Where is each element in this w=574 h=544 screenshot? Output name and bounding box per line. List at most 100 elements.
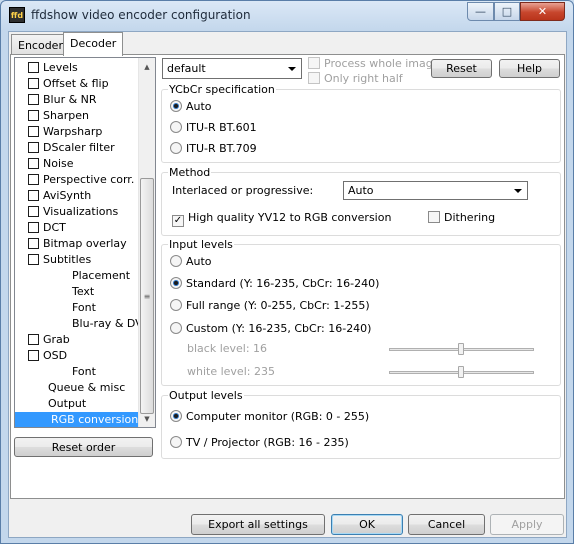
tree-item-checkbox[interactable] — [28, 238, 39, 249]
chevron-down-icon — [288, 66, 296, 71]
tree-item[interactable]: Font — [72, 364, 96, 380]
output-tv-projector-radio[interactable]: TV / Projector (RGB: 16 - 235) — [170, 435, 349, 451]
tree-item-checkbox[interactable] — [28, 206, 39, 217]
tree-item-checkbox[interactable] — [28, 110, 39, 121]
apply-button[interactable]: Apply — [490, 514, 564, 535]
tree-item-label: RGB conversion — [51, 413, 139, 426]
filter-tree[interactable]: Levels Offset & flip Blur & NR Sharpen Warps… — [14, 57, 156, 428]
black-level-slider[interactable] — [458, 343, 464, 355]
cancel-button[interactable]: Cancel — [408, 514, 485, 535]
input-auto-radio[interactable]: Auto — [170, 254, 212, 270]
tree-scrollbar[interactable]: ▲ ≡ ▼ — [138, 58, 155, 427]
tree-item-label: Levels — [43, 61, 78, 74]
tree-item-checkbox[interactable] — [28, 126, 39, 137]
dithering-checkbox[interactable]: Dithering — [428, 210, 495, 226]
tree-item[interactable]: Levels — [28, 60, 78, 76]
ycbcr-auto-radio[interactable]: Auto — [170, 99, 212, 115]
app-icon: ffd — [9, 7, 25, 23]
reset-button[interactable]: Reset — [431, 59, 492, 78]
tree-item-label: Noise — [43, 157, 74, 170]
tree-item[interactable]: Font — [72, 300, 96, 316]
tree-item-label: Placement — [72, 269, 131, 282]
close-button[interactable]: ✕ — [520, 2, 565, 21]
input-levels-group: Input levels Auto Standard (Y: 16-235, C… — [161, 238, 561, 386]
tree-item-checkbox[interactable] — [28, 78, 39, 89]
tree-item[interactable]: Grab — [28, 332, 70, 348]
tree-item[interactable]: Bitmap overlay — [28, 236, 127, 252]
interlaced-select[interactable]: Auto — [343, 181, 528, 200]
tree-item[interactable]: Noise — [28, 156, 74, 172]
tree-item-checkbox[interactable] — [28, 174, 39, 185]
tree-item[interactable]: Queue & misc — [48, 380, 125, 396]
ycbcr-group-title: YCbCr specification — [168, 83, 276, 96]
tree-item[interactable]: Blur & NR — [28, 92, 97, 108]
only-right-half-checkbox[interactable]: Only right half — [308, 71, 403, 87]
minimize-button[interactable]: — — [467, 2, 494, 21]
tree-item[interactable]: DCT — [28, 220, 66, 236]
tree-item-label: Grab — [43, 333, 70, 346]
tab-encoder[interactable]: Encoder — [11, 34, 70, 55]
tree-item-checkbox[interactable] — [28, 142, 39, 153]
help-button[interactable]: Help — [499, 59, 560, 78]
tree-item-checkbox[interactable] — [28, 94, 39, 105]
tree-item[interactable]: Perspective corr. — [28, 172, 134, 188]
tree-item-label: Blur & NR — [43, 93, 97, 106]
tree-item-checkbox[interactable] — [28, 190, 39, 201]
tree-item-checkbox[interactable] — [28, 350, 39, 361]
tree-item[interactable]: Output — [48, 396, 86, 412]
method-group: Method Interlaced or progressive: Auto ✓… — [161, 166, 561, 236]
tree-item-label: Visualizations — [43, 205, 119, 218]
tree-item[interactable]: Visualizations — [28, 204, 118, 220]
title-bar[interactable]: ffd ffdshow video encoder configuration … — [1, 1, 573, 31]
tree-item[interactable]: AviSynth — [28, 188, 91, 204]
tree-item-label: OSD — [43, 349, 68, 362]
input-full-range-radio[interactable]: Full range (Y: 0-255, CbCr: 1-255) — [170, 298, 370, 314]
ok-button[interactable]: OK — [331, 514, 403, 535]
tree-item-label: Text — [72, 285, 95, 298]
maximize-button[interactable]: □ — [494, 2, 520, 21]
tree-item-checkbox[interactable] — [28, 334, 39, 345]
process-whole-image-checkbox[interactable]: Process whole image — [308, 56, 440, 72]
interlaced-value: Auto — [348, 184, 374, 197]
ycbcr-bt709-radio[interactable]: ITU-R BT.709 — [170, 141, 257, 157]
input-standard-radio[interactable]: Standard (Y: 16-235, CbCr: 16-240) — [170, 276, 379, 292]
check-icon: ✓ — [172, 215, 184, 227]
output-levels-group-title: Output levels — [168, 389, 244, 402]
white-level-slider[interactable] — [458, 366, 464, 378]
tree-item-label: Queue & misc — [48, 381, 126, 394]
tab-panel: Levels Offset & flip Blur & NR Sharpen Warps… — [10, 54, 565, 499]
input-custom-radio[interactable]: Custom (Y: 16-235, CbCr: 16-240) — [170, 321, 371, 337]
high-quality-checkbox[interactable]: ✓ High quality YV12 to RGB conversion — [172, 210, 391, 227]
tree-item-checkbox[interactable] — [28, 62, 39, 73]
scroll-down-icon[interactable]: ▼ — [139, 410, 155, 427]
tree-item[interactable]: DScaler filter — [28, 140, 115, 156]
tree-item[interactable]: Subtitles — [28, 252, 91, 268]
scroll-thumb[interactable]: ≡ — [140, 178, 154, 414]
tree-item-checkbox[interactable] — [28, 158, 39, 169]
output-levels-group: Output levels Computer monitor (RGB: 0 -… — [161, 389, 561, 459]
tree-item-label: DCT — [43, 221, 66, 234]
tree-item-label: Subtitles — [43, 253, 92, 266]
tree-item[interactable]: Sharpen — [28, 108, 89, 124]
tree-item[interactable]: Text — [72, 284, 94, 300]
tree-item[interactable]: Offset & flip — [28, 76, 109, 92]
tree-item-label: Font — [72, 365, 96, 378]
tree-item-label: AviSynth — [43, 189, 92, 202]
reset-order-button[interactable]: Reset order — [14, 437, 153, 457]
tree-item[interactable]: RGB conversion — [15, 412, 139, 427]
ycbcr-bt601-radio[interactable]: ITU-R BT.601 — [170, 120, 257, 136]
tree-item[interactable]: Placement — [72, 268, 130, 284]
tree-item-label: DScaler filter — [43, 141, 115, 154]
export-all-settings-button[interactable]: Export all settings — [191, 514, 325, 535]
preset-select[interactable]: default — [162, 58, 302, 79]
output-computer-monitor-radio[interactable]: Computer monitor (RGB: 0 - 255) — [170, 409, 369, 425]
tree-item[interactable]: OSD — [28, 348, 67, 364]
input-levels-group-title: Input levels — [168, 238, 234, 251]
tree-item-label: Warpsharp — [43, 125, 103, 138]
scroll-up-icon[interactable]: ▲ — [139, 58, 155, 75]
tree-item-label: Perspective corr. — [43, 173, 135, 186]
tab-decoder[interactable]: Decoder — [63, 32, 124, 56]
tree-item-checkbox[interactable] — [28, 254, 39, 265]
tree-item-checkbox[interactable] — [28, 222, 39, 233]
tree-item[interactable]: Warpsharp — [28, 124, 102, 140]
